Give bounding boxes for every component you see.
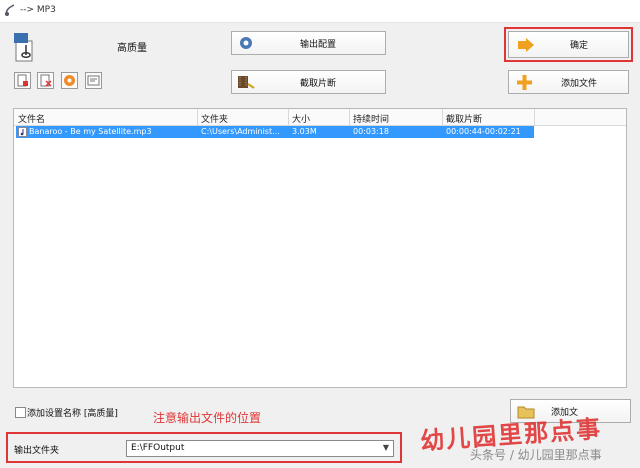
output-config-button[interactable]: 输出配置 — [231, 31, 386, 55]
column-header-filename[interactable]: 文件名 — [18, 112, 45, 125]
save-setting-checkbox[interactable] — [15, 407, 26, 418]
settings-wheel-icon — [238, 35, 254, 54]
row-clip: 00:00:44-00:02:21 — [446, 127, 521, 136]
add-file-label: 添加文件 — [561, 78, 598, 89]
chevron-down-icon: ▼ — [382, 443, 389, 452]
app-icon — [4, 3, 16, 17]
quality-label: 高质量 — [117, 43, 147, 54]
ok-label: 确定 — [570, 41, 589, 51]
output-folder-select[interactable]: E:\FFOutput ▼ — [126, 440, 394, 457]
media-info-icon[interactable] — [85, 72, 102, 89]
column-header-clip[interactable]: 截取片断 — [446, 112, 482, 125]
output-folder-label: 输出文件夹 — [14, 446, 60, 456]
add-file-button[interactable]: 添加文件 — [508, 70, 629, 94]
window-title: --> MP3 — [20, 5, 56, 15]
output-config-label: 输出配置 — [300, 39, 337, 50]
output-folder-value: E:\FFOutput — [131, 443, 185, 453]
column-header-size[interactable]: 大小 — [292, 112, 310, 125]
annotation-note: 注意输出文件的位置 — [153, 411, 262, 425]
title-bar: --> MP3 — [0, 0, 640, 23]
list-header: 文件名 文件夹 大小 持续时间 截取片断 — [14, 109, 626, 126]
watermark-sub: 头条号 / 幼儿园里那点事 — [470, 448, 602, 462]
plus-icon — [516, 74, 533, 94]
table-row[interactable]: Banaroo - Be my Satellite.mp3 C:\Users\A… — [16, 126, 534, 138]
new-file-icon[interactable] — [14, 72, 31, 89]
save-setting-label: 添加设置名称 [高质量] — [27, 409, 118, 419]
row-size: 3.03M — [292, 127, 317, 136]
clip-button[interactable]: 截取片断 — [231, 70, 386, 94]
file-list[interactable]: 文件名 文件夹 大小 持续时间 截取片断 Banaroo - Be my Sat… — [13, 108, 627, 388]
column-header-duration[interactable]: 持续时间 — [353, 112, 389, 125]
music-file-icon — [18, 127, 27, 140]
row-duration: 00:03:18 — [353, 127, 389, 136]
ok-button[interactable]: 确定 — [508, 31, 629, 58]
film-clip-icon — [237, 74, 255, 93]
play-icon[interactable] — [61, 72, 78, 89]
row-folder: C:\Users\Administ... — [201, 127, 280, 136]
column-header-folder[interactable]: 文件夹 — [201, 112, 228, 125]
quality-profile-icon — [12, 31, 38, 63]
clip-label: 截取片断 — [300, 78, 337, 89]
remove-file-icon[interactable] — [37, 72, 54, 89]
arrow-right-icon — [517, 37, 535, 56]
row-filename: Banaroo - Be my Satellite.mp3 — [29, 127, 152, 136]
